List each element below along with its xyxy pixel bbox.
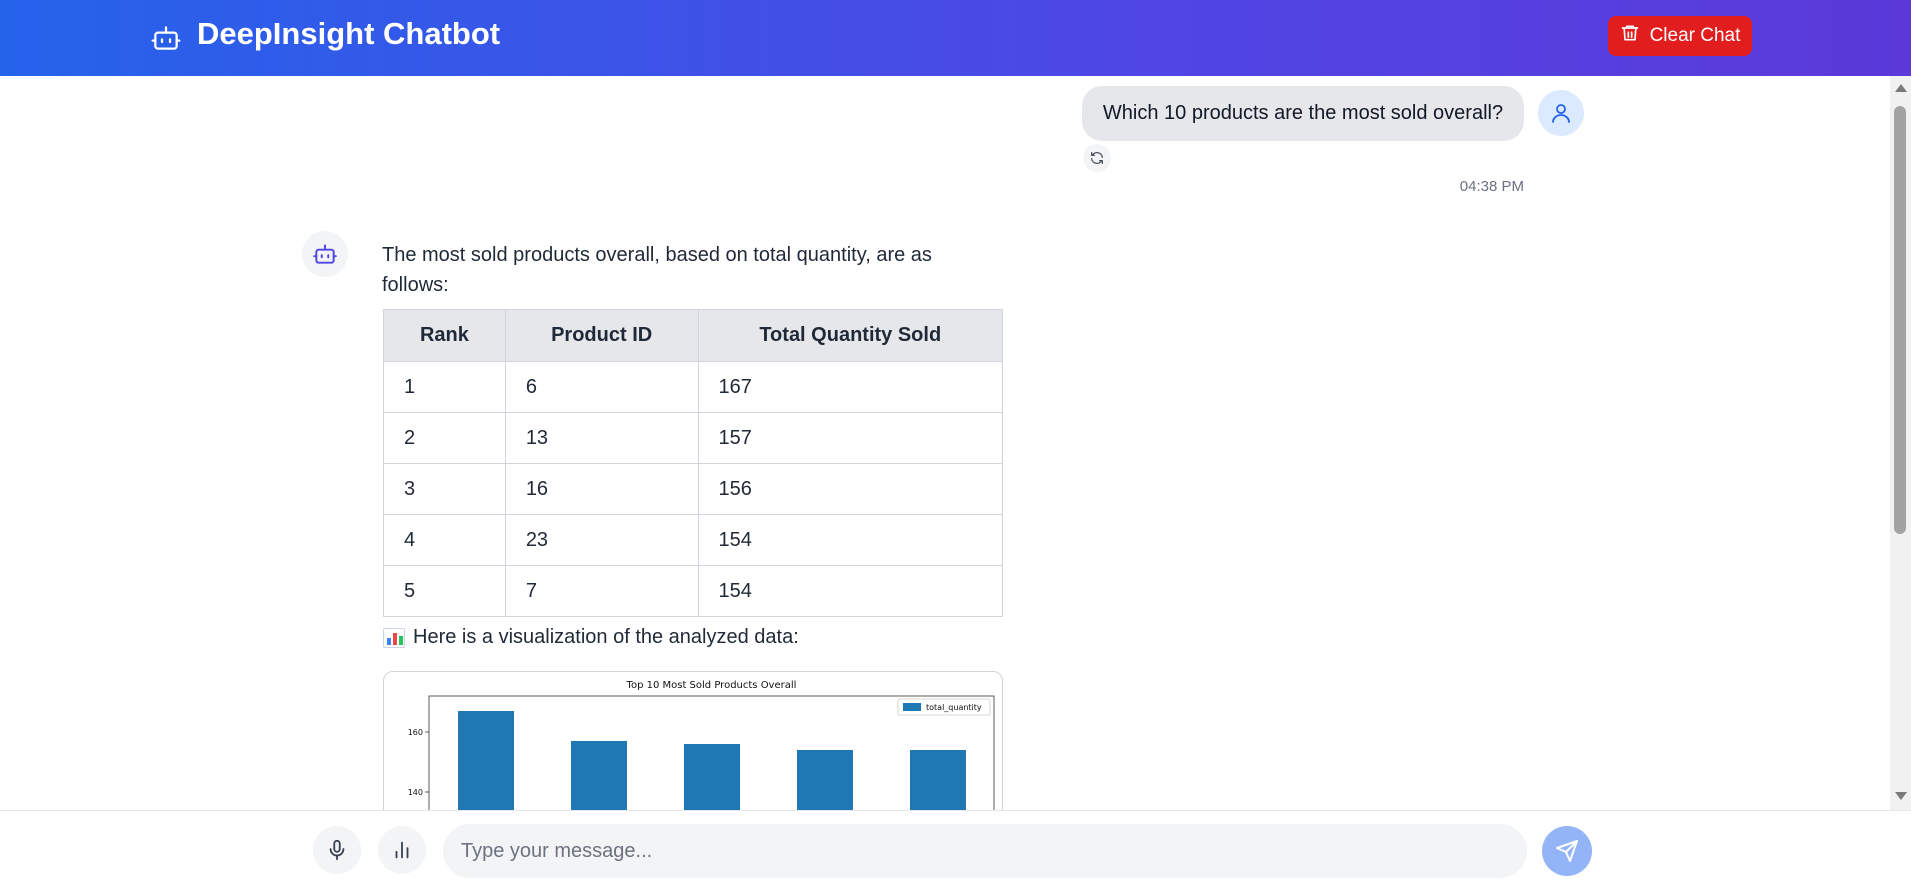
viz-caption: Here is a visualization of the analyzed … (383, 626, 799, 649)
table-cell: 157 (697, 412, 1004, 464)
bar (797, 750, 853, 810)
legend-swatch (903, 703, 921, 711)
chart-card: Top 10 Most Sold Products Overall1201401… (383, 671, 1003, 810)
bar (910, 750, 966, 810)
scroll-thumb[interactable] (1894, 106, 1906, 534)
refresh-icon (1091, 151, 1103, 165)
user-avatar (1538, 90, 1584, 136)
table-cell: 154 (697, 514, 1004, 566)
legend-label: total_quantity (926, 703, 982, 712)
table-header-row: Rank Product ID Total Quantity Sold (383, 309, 1004, 362)
scrollbar[interactable] (1890, 76, 1911, 810)
bar-chart-emoji-icon (383, 627, 405, 648)
chat-area[interactable]: Which 10 products are the most sold over… (0, 76, 1890, 810)
bar-chart-icon (395, 841, 409, 859)
table-cell: 2 (383, 412, 506, 464)
microphone-icon (329, 839, 345, 861)
y-tick-label: 160 (408, 728, 423, 737)
table-row: 3 16 156 (383, 463, 1004, 515)
table-cell: 154 (697, 565, 1004, 617)
bar (571, 741, 627, 810)
table-cell: 16 (504, 463, 699, 515)
user-message-text: Which 10 products are the most sold over… (1102, 102, 1504, 124)
trash-icon (1620, 23, 1640, 49)
send-icon (1556, 840, 1578, 862)
robot-icon (313, 244, 337, 264)
chart-toggle-button[interactable] (378, 826, 426, 874)
bot-avatar (302, 231, 348, 277)
user-icon (1552, 104, 1570, 123)
app-title: DeepInsight Chatbot (197, 16, 501, 51)
table-header-cell: Total Quantity Sold (697, 309, 1004, 362)
message-timestamp: 04:38 PM (1459, 178, 1524, 195)
app-header: DeepInsight Chatbot Clear Chat (0, 0, 1911, 76)
table-cell: 3 (383, 463, 506, 515)
table-cell: 23 (504, 514, 699, 566)
microphone-button[interactable] (313, 826, 361, 874)
table-cell: 6 (504, 361, 699, 413)
bar (458, 711, 514, 810)
table-cell: 4 (383, 514, 506, 566)
viz-caption-text: Here is a visualization of the analyzed … (413, 626, 799, 648)
table-row: 4 23 154 (383, 514, 1004, 566)
input-bar (0, 810, 1911, 885)
send-button[interactable] (1542, 826, 1592, 876)
table-cell: 156 (697, 463, 1004, 515)
table-cell: 167 (697, 361, 1004, 413)
bot-message-intro: The most sold products overall, based on… (382, 244, 932, 296)
results-table: Rank Product ID Total Quantity Sold 1 6 … (383, 309, 1004, 617)
table-cell: 1 (383, 361, 506, 413)
bar (684, 744, 740, 810)
clear-chat-button[interactable]: Clear Chat (1608, 16, 1752, 56)
y-tick-label: 140 (408, 788, 423, 797)
clear-chat-label: Clear Chat (1649, 25, 1741, 46)
table-header-cell: Product ID (504, 309, 699, 362)
table-cell: 7 (504, 565, 699, 617)
table-row: 2 13 157 (383, 412, 1004, 464)
bar-chart: Top 10 Most Sold Products Overall1201401… (408, 680, 995, 810)
message-input[interactable] (443, 824, 1527, 878)
robot-icon (150, 22, 182, 54)
table-header-cell: Rank (383, 309, 506, 362)
table-cell: 13 (504, 412, 699, 464)
scroll-down-arrow[interactable] (1895, 792, 1907, 800)
table-row: 5 7 154 (383, 565, 1004, 617)
table-row: 1 6 167 (383, 361, 1004, 413)
chart-title: Top 10 Most Sold Products Overall (626, 680, 797, 691)
scroll-up-arrow[interactable] (1895, 84, 1907, 92)
table-cell: 5 (383, 565, 506, 617)
regenerate-button[interactable] (1083, 144, 1111, 172)
user-message-bubble: Which 10 products are the most sold over… (1082, 86, 1524, 141)
